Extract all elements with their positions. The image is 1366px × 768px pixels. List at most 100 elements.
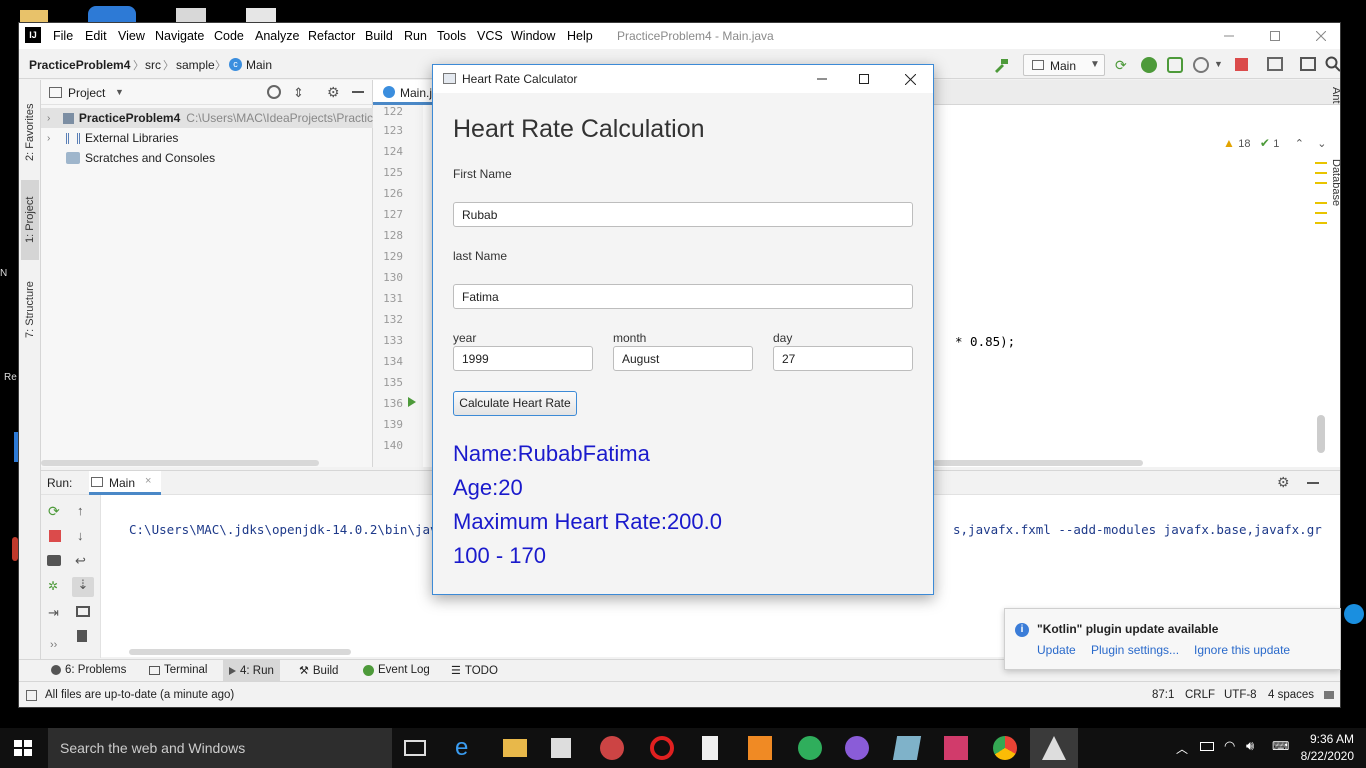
line-separator[interactable]: CRLF bbox=[1185, 689, 1215, 701]
run-gutter-icon[interactable] bbox=[408, 397, 416, 407]
arrow-up-icon[interactable]: ↑ bbox=[77, 503, 84, 518]
ime-icon[interactable]: ⌨ bbox=[1272, 739, 1289, 753]
more-icon[interactable]: ›› bbox=[50, 639, 57, 651]
warning-stripe[interactable] bbox=[1315, 172, 1327, 174]
sticky-notes-icon[interactable] bbox=[892, 736, 922, 760]
locate-icon[interactable] bbox=[267, 85, 281, 99]
search-icon[interactable] bbox=[1325, 56, 1340, 72]
opera-icon[interactable] bbox=[650, 736, 674, 760]
chrome-icon[interactable] bbox=[993, 736, 1017, 760]
menu-refactor[interactable]: Refactor bbox=[308, 29, 355, 43]
tab-run[interactable]: 4: Run bbox=[223, 660, 280, 682]
taskbar-search-box[interactable]: Search the web and Windows bbox=[48, 728, 392, 768]
tab-build[interactable]: ⚒ Build bbox=[299, 664, 338, 678]
plugin-settings-link[interactable]: Plugin settings... bbox=[1091, 643, 1179, 657]
menu-navigate[interactable]: Navigate bbox=[155, 29, 204, 43]
clock-time[interactable]: 9:36 AM bbox=[1298, 732, 1354, 746]
chevron-right-icon[interactable]: › bbox=[47, 133, 63, 144]
camera-icon[interactable] bbox=[47, 555, 61, 566]
wifi-icon[interactable]: ◠ bbox=[1224, 738, 1235, 754]
profile-icon[interactable] bbox=[1193, 57, 1209, 73]
arrow-down-icon[interactable]: ↓ bbox=[77, 528, 84, 543]
menu-help[interactable]: Help bbox=[567, 29, 593, 43]
menu-file[interactable]: File bbox=[53, 29, 73, 43]
dialog-maximize-button[interactable] bbox=[841, 65, 887, 93]
menu-window[interactable]: Window bbox=[511, 29, 555, 43]
debug-icon[interactable] bbox=[1141, 57, 1157, 73]
breadcrumb-class[interactable]: Main bbox=[246, 58, 272, 72]
warnings-indicator[interactable]: ▲ 18 ✔ 1 ⌃ ⌄ bbox=[1223, 136, 1326, 150]
run-tab-main[interactable]: Main × bbox=[89, 471, 161, 495]
project-structure-icon[interactable] bbox=[1267, 57, 1283, 71]
horizontal-scrollbar[interactable] bbox=[933, 460, 1143, 466]
task-view-icon[interactable] bbox=[404, 740, 426, 756]
tab-terminal[interactable]: Terminal bbox=[149, 664, 207, 676]
calculate-heart-rate-button[interactable]: Calculate Heart Rate bbox=[453, 391, 577, 416]
menu-run[interactable]: Run bbox=[404, 29, 427, 43]
tab-ant[interactable]: Ant bbox=[1330, 87, 1340, 104]
gear-icon[interactable]: ⚙ bbox=[1277, 474, 1290, 491]
rerun-icon[interactable]: ⟳ bbox=[1115, 57, 1131, 73]
chevron-down-icon[interactable]: ▼ bbox=[1214, 59, 1223, 69]
warning-stripe[interactable] bbox=[1315, 202, 1327, 204]
tab-event-log[interactable]: Event Log bbox=[363, 664, 430, 676]
day-field[interactable]: 27 bbox=[773, 346, 913, 371]
horizontal-scrollbar[interactable] bbox=[129, 649, 351, 655]
tray-chevron-up-icon[interactable]: ︿ bbox=[1176, 740, 1188, 757]
tab-problems[interactable]: 6: Problems bbox=[51, 664, 126, 676]
teamviewer-icon[interactable] bbox=[1344, 604, 1364, 624]
breadcrumb-src[interactable]: src bbox=[145, 58, 161, 72]
ignore-update-link[interactable]: Ignore this update bbox=[1194, 643, 1290, 657]
project-panel-title[interactable]: Project bbox=[68, 86, 105, 100]
tab-favorites[interactable]: 2: Favorites bbox=[21, 90, 39, 175]
breadcrumb-project[interactable]: PracticeProblem4 bbox=[29, 58, 130, 72]
intellij-taskbar-icon[interactable] bbox=[944, 736, 968, 760]
paint-icon[interactable] bbox=[600, 736, 624, 760]
vertical-scrollbar[interactable] bbox=[1317, 415, 1325, 453]
indent-setting[interactable]: 4 spaces bbox=[1268, 689, 1314, 701]
debug-icon[interactable]: ✲ bbox=[48, 579, 58, 593]
maximize-button[interactable] bbox=[1252, 23, 1298, 49]
year-field[interactable]: 1999 bbox=[453, 346, 593, 371]
chevron-down-icon[interactable]: ▼ bbox=[115, 87, 124, 97]
warning-stripe[interactable] bbox=[1315, 222, 1327, 224]
warning-stripe[interactable] bbox=[1315, 212, 1327, 214]
menu-code[interactable]: Code bbox=[214, 29, 244, 43]
menu-analyze[interactable]: Analyze bbox=[255, 29, 299, 43]
tab-project[interactable]: 1: Project bbox=[21, 180, 39, 260]
tree-row-scratches[interactable]: Scratches and Consoles bbox=[41, 148, 373, 168]
tab-database[interactable]: Database bbox=[1330, 159, 1340, 206]
coverage-icon[interactable] bbox=[1167, 57, 1183, 73]
desktop-app-icon[interactable] bbox=[88, 6, 136, 22]
warning-stripe[interactable] bbox=[1315, 162, 1327, 164]
close-button[interactable] bbox=[1298, 23, 1340, 49]
exit-icon[interactable]: ⇥ bbox=[48, 605, 59, 621]
first-name-field[interactable]: Rubab bbox=[453, 202, 913, 227]
last-name-field[interactable]: Fatima bbox=[453, 284, 913, 309]
document-icon[interactable] bbox=[246, 8, 276, 22]
menu-view[interactable]: View bbox=[118, 29, 145, 43]
tab-structure[interactable]: 7: Structure bbox=[21, 270, 39, 350]
file-encoding[interactable]: UTF-8 bbox=[1224, 689, 1257, 701]
hide-panel-icon[interactable] bbox=[352, 91, 364, 93]
chevron-up-icon[interactable]: ⌃ bbox=[1295, 138, 1304, 150]
chevron-right-icon[interactable]: › bbox=[47, 113, 60, 124]
menu-edit[interactable]: Edit bbox=[85, 29, 107, 43]
map-app-icon[interactable] bbox=[798, 736, 822, 760]
minimize-button[interactable] bbox=[1206, 23, 1252, 49]
collapse-all-icon[interactable]: ⇕ bbox=[293, 85, 304, 101]
menu-vcs[interactable]: VCS bbox=[477, 29, 503, 43]
print-icon[interactable] bbox=[76, 606, 90, 617]
dialog-minimize-button[interactable] bbox=[799, 65, 845, 93]
update-link[interactable]: Update bbox=[1037, 643, 1076, 657]
xampp-icon[interactable] bbox=[748, 736, 772, 760]
breadcrumb-package[interactable]: sample bbox=[176, 58, 215, 72]
hide-panel-icon[interactable] bbox=[1307, 482, 1319, 484]
file-explorer-icon[interactable] bbox=[503, 739, 527, 757]
soft-wrap-icon[interactable]: ↩ bbox=[75, 553, 86, 569]
tab-todo[interactable]: ☰ TODO bbox=[451, 664, 498, 678]
notepad-icon[interactable] bbox=[702, 736, 718, 760]
cat-app-icon[interactable] bbox=[845, 736, 869, 760]
run-config-dropdown[interactable]: Main ▼ bbox=[1023, 54, 1105, 76]
menu-build[interactable]: Build bbox=[365, 29, 393, 43]
